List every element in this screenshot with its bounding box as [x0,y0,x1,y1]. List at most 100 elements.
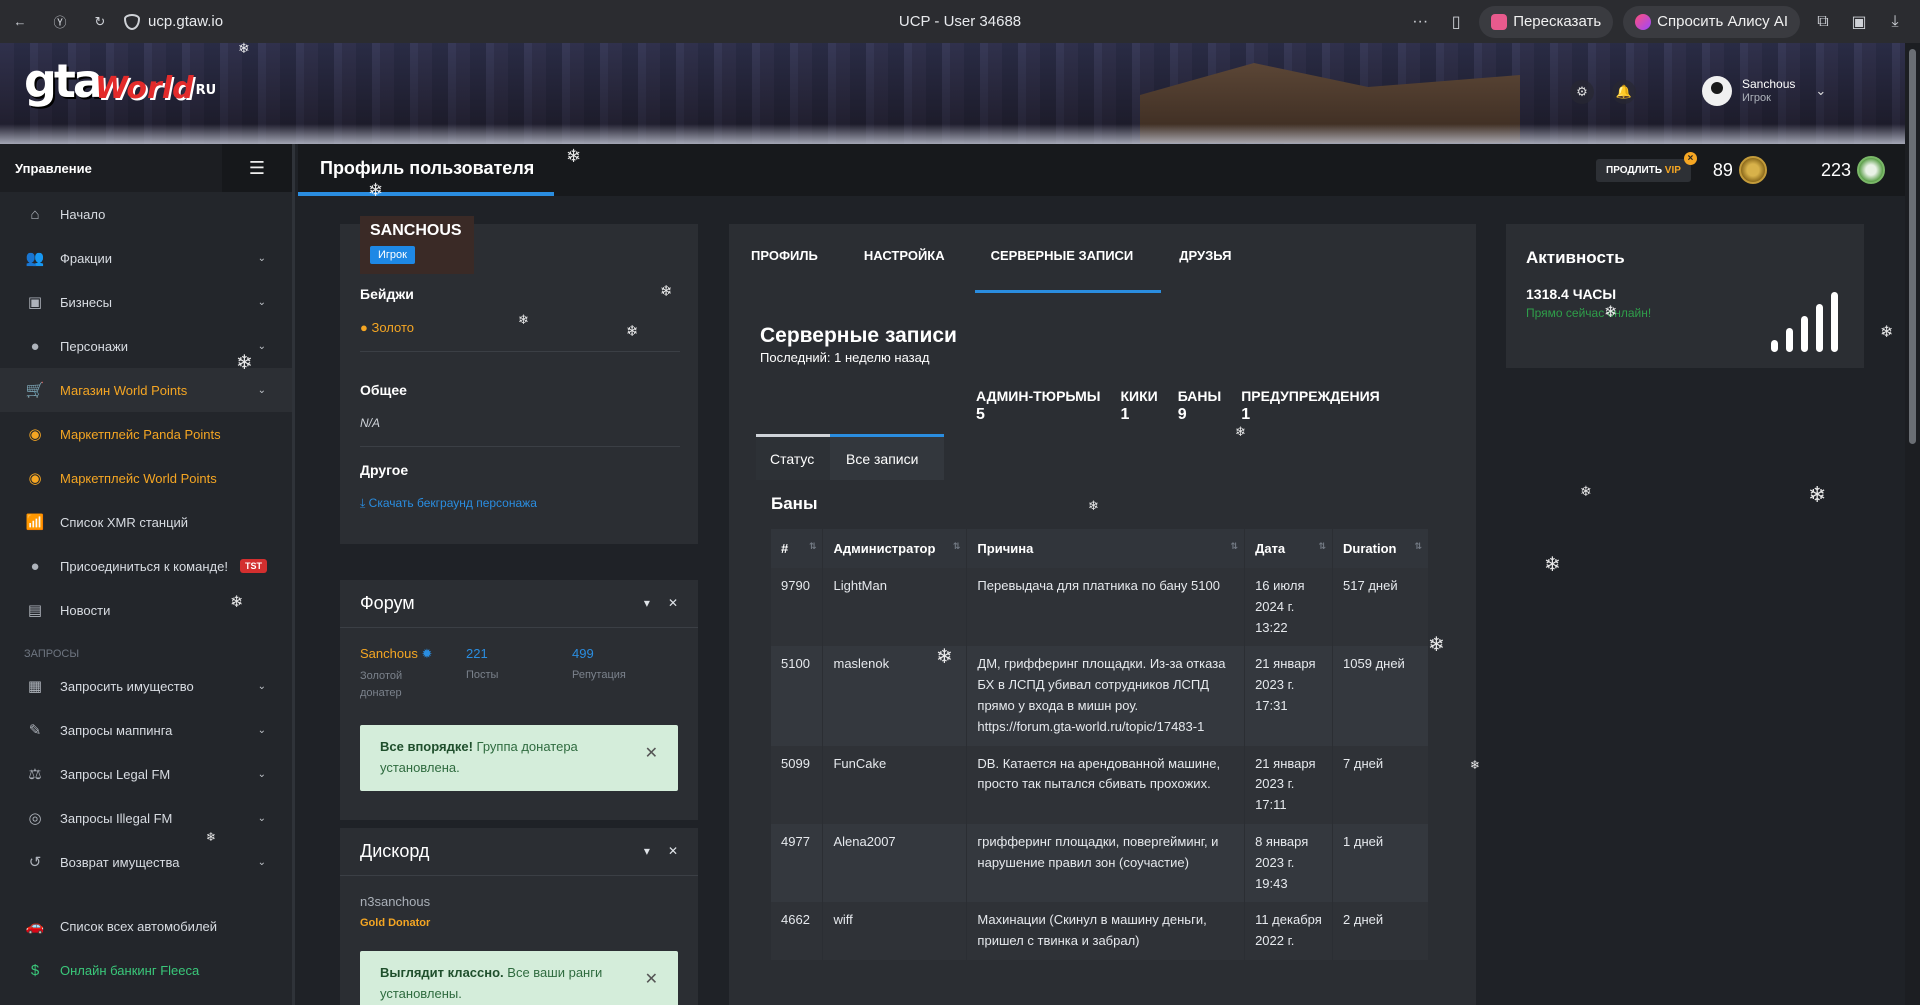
table-cell: DB. Катается на арендованной машине, про… [966,745,1246,824]
forum-rep-label: Репутация [572,669,626,681]
yandex-icon[interactable]: Ⓨ [40,0,80,43]
alice-icon [1635,13,1652,30]
menu-toggle-icon[interactable]: ☰ [222,144,292,192]
sidebar-heading: Управление ☰ [0,144,292,192]
bans-table: # ⇅ Администратор ⇅ Причина ⇅ Дата ⇅ Duratio… [771,529,1429,960]
bell-icon[interactable]: 🔔 [1612,80,1636,104]
download-background-link[interactable]: ⤓ Скачать бекграунд персонажа [360,496,680,511]
tab-settings[interactable]: НАСТРОЙКА [864,248,945,293]
sidebar-item-label: Маркетплейс World Points [60,470,217,486]
tst-badge: TST [239,559,267,573]
badge-gold: ● Золото [360,320,414,335]
bookmark-icon[interactable]: ▯ [1443,9,1469,35]
sidebar-item[interactable]: ▣ Бизнесы ⌄ [0,280,292,324]
download-icon[interactable]: ⤓ [1882,9,1908,35]
collapse-icon[interactable]: ▾ [644,844,650,858]
users-icon: 👥 [25,250,45,267]
extend-vip-button[interactable]: ПРОДЛИТЬ VIP [1596,151,1697,182]
sidebar-item[interactable]: ▤ Новости [0,588,292,632]
site-logo[interactable]: gta World RU [24,58,216,104]
sidebar-item[interactable]: ◉ Маркетплейс Panda Points [0,412,292,456]
sidebar-item[interactable]: ◉ Маркетплейс World Points [0,456,292,500]
sidebar-item[interactable]: ✎ Запросы маппинга ⌄ [0,708,292,752]
mask-icon: ◎ [28,810,42,827]
page-scrollbar[interactable] [1905,43,1920,1005]
panda-points: 223 [1821,156,1885,184]
chevron-down-icon: ⌄ [257,296,266,308]
records-subtabs: Статус Все записи [756,434,944,480]
discord-group: Gold Donator [360,917,431,929]
coins-icon: ◉ [28,470,42,487]
signal-bars-icon [1771,286,1838,352]
verified-icon: ✹ [421,646,433,661]
sidebar-item[interactable]: ⌂ Начало [0,192,292,236]
activity-online-status: Прямо сейчас онлайн! [1526,306,1652,320]
antenna-icon: 📶 [25,514,45,531]
sidebar-section-requests: ЗАПРОСЫ [24,648,80,660]
sidebar-item[interactable]: 🛒 Магазин World Points ⌄ [0,368,292,412]
settings-gear-icon[interactable]: ⚙ [1570,80,1594,104]
sidebar-item[interactable]: ▦ Запросить имущество ⌄ [0,664,292,708]
profile-tabs: ПРОФИЛЬ НАСТРОЙКА СЕРВЕРНЫЕ ЗАПИСИ ДРУЗЬ… [751,248,1231,293]
table-cell: 11 декабря 2022 г. [1244,902,1334,960]
table-cell: 517 дней [1332,568,1429,647]
address-bar[interactable]: ucp.gtaw.io [124,13,424,30]
sidebar-item-label: Начало [60,206,106,222]
tab-server-records[interactable]: СЕРВЕРНЫЕ ЗАПИСИ [991,248,1134,293]
sidebar-item[interactable]: 🚗 Список всех автомобилей [0,904,292,948]
col-duration[interactable]: Duration ⇅ [1332,529,1429,568]
sidebar-item-label: Запросы маппинга [60,722,173,738]
discord-card: Дискорд ▾ ✕ n3sanchous Gold Donator Выгля… [340,828,698,1005]
records-stats: АДМИН-ТЮРЬМЫ 5 КИКИ 1 БАНЫ 9 ПРЕДУПРЕЖДЕНИЯ… [976,388,1380,424]
col-date[interactable]: Дата ⇅ [1244,529,1334,568]
col-id[interactable]: # ⇅ [771,529,824,568]
tab-friends[interactable]: ДРУЗЬЯ [1179,248,1231,293]
sidebar-item[interactable]: ⚖ Запросы Legal FM ⌄ [0,752,292,796]
sidebar-item-label: Список XMR станций [60,514,189,530]
reload-icon[interactable]: ↻ [80,0,120,43]
retell-button[interactable]: Пересказать [1479,5,1614,38]
sidebar-item[interactable]: 👥 Фракции ⌄ [0,236,292,280]
general-value: N/A [360,416,381,430]
col-admin[interactable]: Администратор ⇅ [822,529,968,568]
profile-rank-badge: Игрок [370,246,415,264]
cart-icon: 🛒 [25,382,45,399]
sidebar-item-label: Магазин World Points [60,382,188,398]
chevron-down-icon: ⌄ [257,724,266,736]
profile-avatar-block: SANCHOUS Игрок [360,216,474,274]
more-icon[interactable]: ··· [1407,9,1433,35]
user-menu[interactable]: Sanchous Игрок ⌄ [1702,76,1826,106]
table-cell: 7 дней [1332,745,1429,824]
bans-title: Баны [771,494,818,513]
ask-alice-button[interactable]: Спросить Алису AI [1623,5,1800,38]
close-icon[interactable]: ✕ [668,596,678,610]
chevron-down-icon: ⌄ [257,340,266,352]
sidebar-item[interactable]: ● Персонажи ⌄ [0,324,292,368]
sidebar-item[interactable]: ↺ Возврат имущества ⌄ [0,840,292,884]
sidebar-item-label: Запросы Illegal FM [60,810,173,826]
tab-profile[interactable]: ПРОФИЛЬ [751,248,818,293]
forum-username[interactable]: Sanchous ✹ [360,646,466,662]
sidebar-item-label: Новости [60,602,111,618]
sidebar-item[interactable]: ● Присоединиться к команде! TST [0,544,292,588]
records-last: Последний: 1 неделю назад [760,350,930,365]
alert-close-icon[interactable]: ✕ [645,741,658,767]
stat-warnings: ПРЕДУПРЕЖДЕНИЯ 1 [1241,388,1380,423]
sidebar-item[interactable]: 📶 Список XMR станций [0,500,292,544]
sidebar-item[interactable]: $ Онлайн банкинг Fleeca [0,948,292,992]
extension-icon[interactable]: ▣ [1846,9,1872,35]
subtab-status[interactable]: Статус [756,434,830,480]
person-icon: ● [30,337,40,355]
chevron-down-icon: ⌄ [257,384,266,396]
back-icon[interactable]: ← [0,0,40,43]
close-icon[interactable]: ✕ [668,844,678,858]
sidebar-item-label: Возврат имущества [60,854,180,870]
translate-icon[interactable]: ⧉ [1810,9,1836,35]
alert-close-icon[interactable]: ✕ [645,967,658,993]
collapse-icon[interactable]: ▾ [644,596,650,610]
subtab-all-records[interactable]: Все записи [830,434,944,480]
sidebar-item[interactable]: ◎ Запросы Illegal FM ⌄ [0,796,292,840]
brush-icon: ✎ [28,722,42,739]
col-reason[interactable]: Причина ⇅ [966,529,1246,568]
table-cell: грифферинг площадки, повергейминг, и нар… [966,823,1246,903]
